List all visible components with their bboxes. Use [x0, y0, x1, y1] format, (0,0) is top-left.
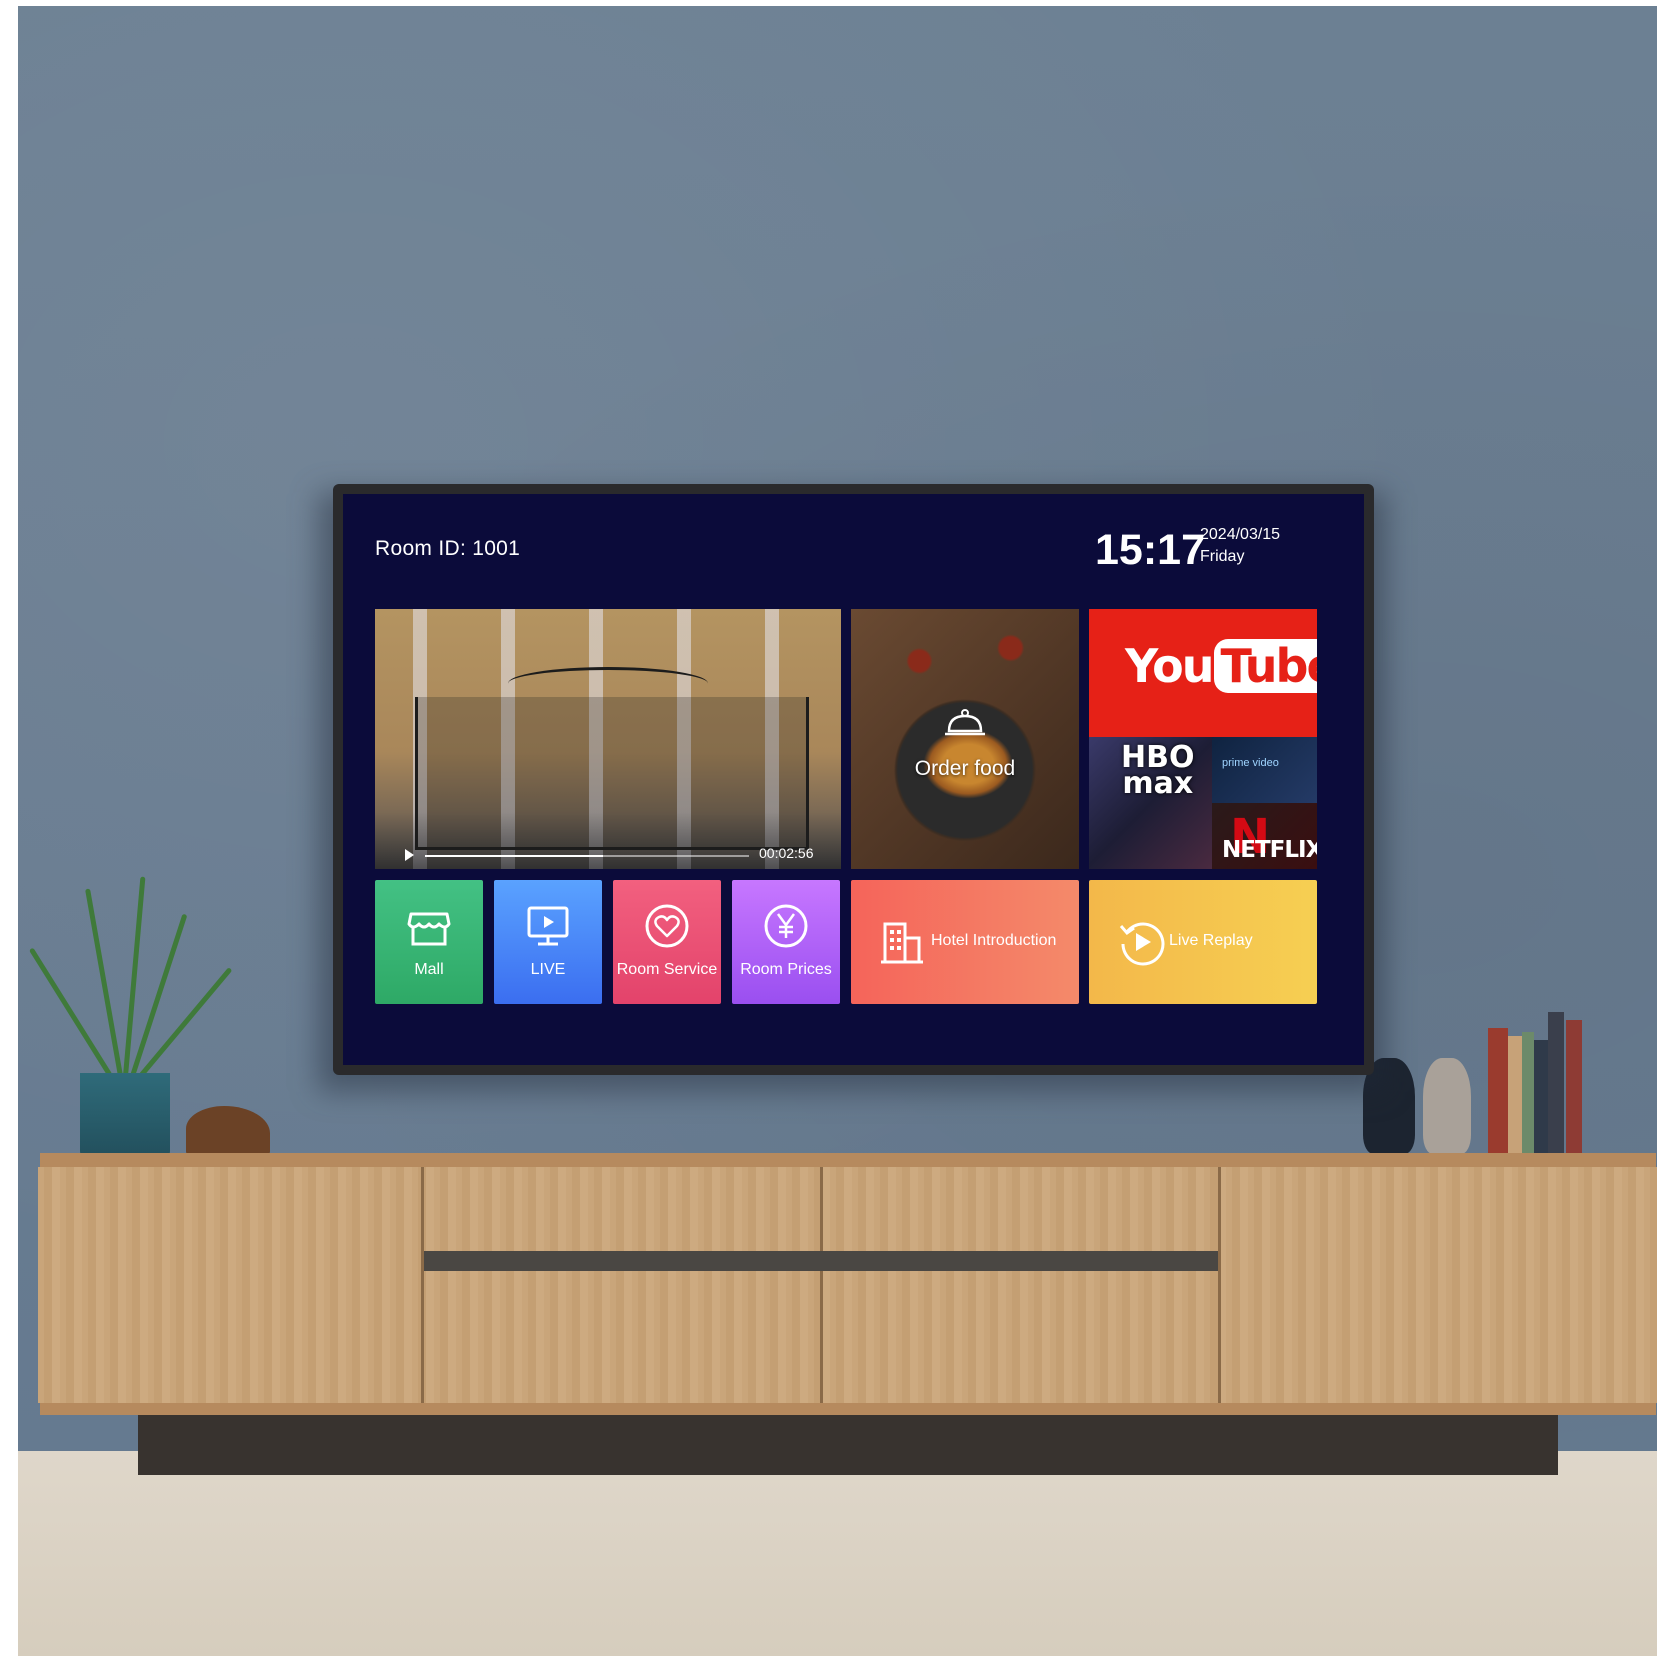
netflix-tile[interactable]: N NETFLIX — [1212, 803, 1317, 869]
netflix-logo: NETFLIX — [1222, 837, 1317, 863]
cabinet-bottom — [40, 1403, 1656, 1415]
prime-video-tile[interactable]: prime video — [1212, 737, 1317, 803]
building-icon — [881, 922, 923, 964]
live-label: LIVE — [530, 961, 566, 978]
floor — [18, 1451, 1657, 1656]
mall-label: Mall — [414, 961, 444, 978]
cloche-icon — [945, 709, 985, 736]
hotel-introduction-button[interactable]: Hotel Introduction — [851, 880, 1079, 1004]
video-progress[interactable] — [425, 855, 749, 857]
hotel-introduction-label: Hotel Introduction — [931, 932, 1057, 949]
video-controls: 00:02:56 — [375, 841, 841, 869]
heart-icon — [645, 904, 689, 948]
replay-icon — [1119, 922, 1165, 966]
room-service-label: Room Service — [616, 961, 718, 978]
hotel-video-tile[interactable]: 00:02:56 — [375, 609, 841, 869]
live-replay-button[interactable]: Live Replay — [1089, 880, 1317, 1004]
video-time: 00:02:56 — [759, 845, 814, 861]
live-replay-label: Live Replay — [1169, 932, 1253, 949]
room-id: Room ID: 1001 — [375, 537, 521, 560]
room-service-button[interactable]: Room Service — [613, 880, 721, 1004]
monitor-play-icon — [527, 906, 569, 946]
yen-icon — [764, 904, 808, 948]
cabinet-top — [40, 1153, 1656, 1167]
wooden-figurine — [186, 1106, 270, 1156]
hbo-max-logo: HBO max — [1121, 740, 1195, 801]
tv-screen: Room ID: 1001 15:17 2024/03/15 Friday 00… — [343, 494, 1364, 1065]
cabinet-plinth — [138, 1415, 1558, 1475]
live-button[interactable]: LIVE — [494, 880, 602, 1004]
youtube-tile[interactable]: YouTube — [1089, 609, 1317, 737]
clock-day: Friday — [1200, 548, 1245, 565]
clock-time: 15:17 — [1095, 526, 1205, 574]
prime-video-logo: prime video — [1222, 757, 1279, 769]
plant-pot — [80, 1073, 170, 1159]
hotel-canopy — [415, 667, 809, 850]
youtube-logo: YouTube — [1125, 639, 1317, 693]
tv-cabinet — [38, 1167, 1657, 1403]
mall-button[interactable]: Mall — [375, 880, 483, 1004]
room-prices-label: Room Prices — [740, 961, 832, 978]
order-food-label: Order food — [914, 757, 1016, 780]
grey-vase — [1423, 1058, 1471, 1154]
play-icon[interactable] — [405, 849, 414, 861]
store-icon — [407, 912, 451, 946]
room-scene: Room ID: 1001 15:17 2024/03/15 Friday 00… — [18, 6, 1657, 1656]
hbo-max-tile[interactable]: HBO max — [1089, 737, 1212, 869]
order-food-tile[interactable]: Order food — [851, 609, 1079, 869]
clock-date: 2024/03/15 — [1200, 526, 1281, 543]
room-prices-button[interactable]: Room Prices — [732, 880, 840, 1004]
video-progress-fill — [425, 855, 604, 857]
